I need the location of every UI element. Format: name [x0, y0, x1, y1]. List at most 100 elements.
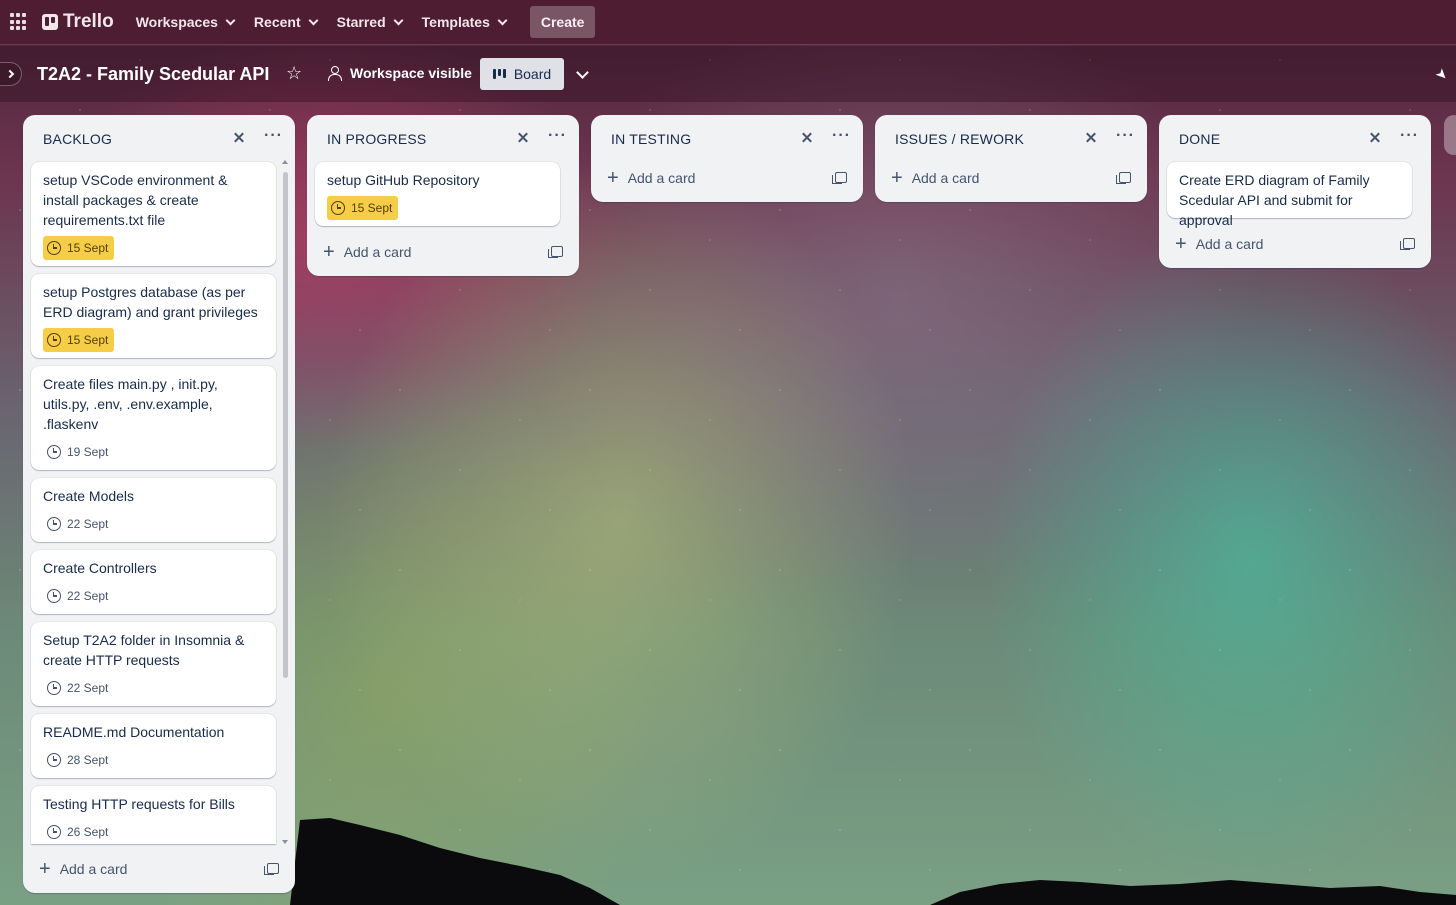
due-date-text: 22 Sept — [67, 681, 109, 695]
card-title: setup Postgres database (as per ERD diag… — [43, 284, 258, 320]
list-menu-icon[interactable]: ··· — [832, 127, 851, 145]
view-switcher-chevron-icon[interactable] — [576, 66, 589, 79]
sidebar-toggle-button[interactable] — [0, 62, 22, 86]
due-date-badge[interactable]: 28 Sept — [43, 748, 114, 772]
list-in-testing: IN TESTING ··· + Add a card — [591, 115, 863, 202]
due-date-badge[interactable]: 15 Sept — [43, 328, 115, 352]
due-date-badge[interactable]: 26 Sept — [43, 820, 114, 844]
card[interactable]: setup Postgres database (as per ERD diag… — [31, 274, 276, 358]
app-switcher-icon[interactable] — [10, 13, 28, 31]
due-date-text: 22 Sept — [67, 517, 109, 531]
card-title: setup GitHub Repository — [327, 172, 480, 188]
clock-icon — [47, 825, 61, 839]
star-icon[interactable]: ☆ — [286, 64, 302, 82]
nav-starred-menu[interactable]: Starred — [336, 14, 404, 30]
add-card-label: Add a card — [911, 170, 980, 186]
add-card-button[interactable]: + Add a card — [1167, 228, 1423, 260]
due-date-text: 15 Sept — [67, 241, 109, 255]
scroll-down-arrow-icon[interactable] — [282, 840, 288, 844]
create-from-template-icon[interactable] — [264, 863, 279, 875]
list-menu-icon[interactable]: ··· — [548, 127, 567, 145]
board-header: T2A2 - Family Scedular API ☆ Workspace v… — [0, 46, 1456, 102]
clock-icon — [47, 517, 61, 531]
board-icon — [492, 69, 506, 79]
visibility-button[interactable]: Workspace visible — [327, 65, 472, 81]
nav-menu-label: Starred — [336, 14, 386, 30]
card[interactable]: Testing HTTP requests for Bills 26 Sept — [31, 786, 276, 844]
list-title[interactable]: BACKLOG — [43, 131, 112, 147]
card[interactable]: setup VSCode environment & install packa… — [31, 162, 276, 266]
card-title: Create ERD diagram of Family Scedular AP… — [1179, 172, 1370, 228]
collapse-list-icon[interactable] — [231, 131, 247, 143]
due-date-badge[interactable]: 15 Sept — [327, 196, 399, 220]
card[interactable]: setup GitHub Repository 15 Sept — [315, 162, 560, 226]
top-nav: Trello Workspaces Recent Starred Templat… — [0, 0, 1456, 45]
list-in-progress: IN PROGRESS ··· setup GitHub Repository … — [307, 115, 579, 276]
plus-icon: + — [891, 167, 903, 189]
list-title[interactable]: ISSUES / REWORK — [895, 131, 1024, 147]
card-title: README.md Documentation — [43, 724, 225, 740]
card[interactable]: Create ERD diagram of Family Scedular AP… — [1167, 162, 1412, 228]
pin-icon[interactable]: ➤ — [1432, 64, 1453, 84]
add-card-button[interactable]: + Add a card — [883, 162, 1139, 194]
add-another-list-button[interactable] — [1444, 115, 1456, 155]
add-card-label: Add a card — [343, 244, 412, 260]
card-title: Create Models — [43, 488, 135, 504]
list-menu-icon[interactable]: ··· — [1116, 127, 1135, 145]
list-title[interactable]: DONE — [1179, 131, 1220, 147]
due-date-badge[interactable]: 22 Sept — [43, 512, 114, 536]
add-card-button[interactable]: + Add a card — [315, 236, 571, 268]
plus-icon: + — [39, 858, 51, 880]
due-date-text: 28 Sept — [67, 753, 109, 767]
list-menu-icon[interactable]: ··· — [264, 127, 283, 145]
card-title: Testing HTTP requests for Bills — [43, 796, 235, 812]
chevron-down-icon — [497, 15, 508, 25]
board-view-button[interactable]: Board — [480, 58, 564, 90]
nav-recent-menu[interactable]: Recent — [253, 14, 319, 30]
create-from-template-icon[interactable] — [1400, 238, 1415, 250]
list-header: IN PROGRESS ··· — [307, 115, 579, 161]
due-date-badge[interactable]: 22 Sept — [43, 676, 114, 700]
due-date-text: 19 Sept — [67, 445, 109, 459]
board-title[interactable]: T2A2 - Family Scedular API — [37, 64, 269, 85]
due-date-badge[interactable]: 15 Sept — [43, 236, 115, 260]
card[interactable]: Create files main.py , init.py, utils.py… — [31, 366, 276, 470]
card[interactable]: Create Models 22 Sept — [31, 478, 276, 542]
collapse-list-icon[interactable] — [799, 131, 815, 143]
create-from-template-icon[interactable] — [1116, 172, 1131, 184]
card-title: Create files main.py , init.py, utils.py… — [43, 376, 218, 432]
nav-menu-label: Templates — [421, 14, 490, 30]
create-button[interactable]: Create — [529, 6, 596, 38]
collapse-list-icon[interactable] — [1083, 131, 1099, 143]
list-done: DONE ··· Create ERD diagram of Family Sc… — [1159, 115, 1431, 268]
list-title[interactable]: IN PROGRESS — [327, 131, 426, 147]
trello-logo-icon — [42, 14, 58, 30]
card-title: setup VSCode environment & install packa… — [43, 172, 228, 228]
collapse-list-icon[interactable] — [1367, 131, 1383, 143]
trello-logo[interactable]: Trello — [42, 11, 114, 33]
add-card-button[interactable]: + Add a card — [599, 162, 855, 194]
chevron-down-icon — [308, 15, 319, 25]
nav-menu-label: Recent — [253, 14, 301, 30]
collapse-list-icon[interactable] — [515, 131, 531, 143]
list-menu-icon[interactable]: ··· — [1400, 127, 1419, 145]
list-title[interactable]: IN TESTING — [611, 131, 691, 147]
due-date-badge[interactable]: 22 Sept — [43, 584, 114, 608]
list-header: DONE ··· — [1159, 115, 1431, 161]
list-scrollbar[interactable] — [281, 160, 289, 844]
create-from-template-icon[interactable] — [832, 172, 847, 184]
create-from-template-icon[interactable] — [548, 246, 563, 258]
scroll-up-arrow-icon[interactable] — [282, 160, 288, 164]
card[interactable]: Create Controllers 22 Sept — [31, 550, 276, 614]
add-card-label: Add a card — [627, 170, 696, 186]
card[interactable]: Setup T2A2 folder in Insomnia & create H… — [31, 622, 276, 706]
plus-icon: + — [1175, 233, 1187, 255]
scrollbar-thumb[interactable] — [283, 172, 288, 678]
add-card-button[interactable]: + Add a card — [31, 853, 287, 885]
due-date-badge[interactable]: 19 Sept — [43, 440, 114, 464]
nav-templates-menu[interactable]: Templates — [421, 14, 508, 30]
due-date-text: 26 Sept — [67, 825, 109, 839]
card-title: Setup T2A2 folder in Insomnia & create H… — [43, 632, 245, 668]
card[interactable]: README.md Documentation 28 Sept — [31, 714, 276, 778]
nav-workspaces-menu[interactable]: Workspaces — [136, 14, 236, 30]
